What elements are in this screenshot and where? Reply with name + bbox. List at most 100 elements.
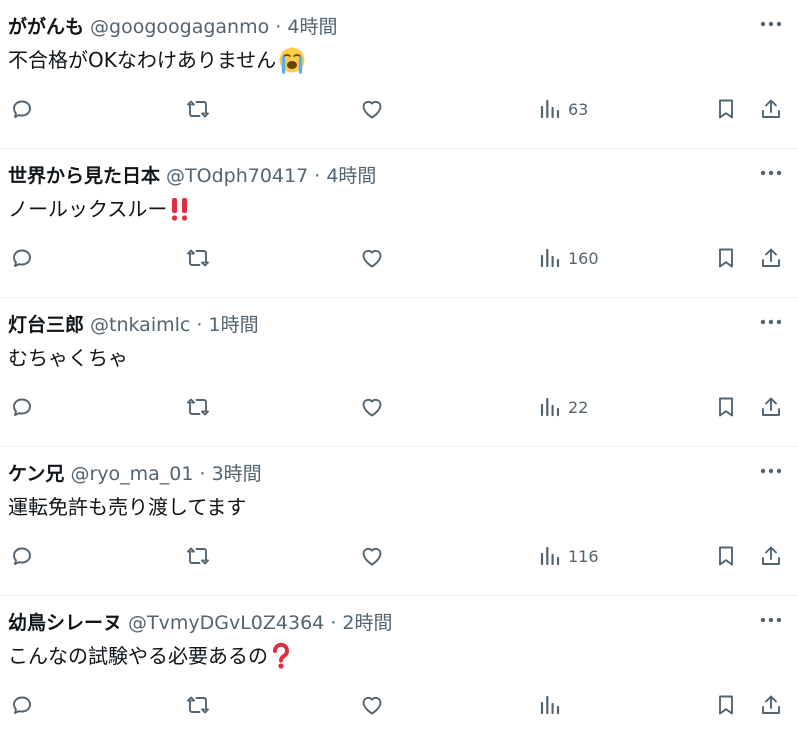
views-button[interactable] [538, 688, 568, 722]
reply-button[interactable] [10, 688, 34, 722]
views-button[interactable]: 63 [538, 92, 588, 126]
tweet-meta: @TvmyDGvL0Z4364 · 2時間 [128, 608, 392, 635]
handle[interactable]: @googoogaganmo [90, 16, 269, 38]
tweet[interactable]: 幼鳥シレーヌ @TvmyDGvL0Z4364 · 2時間 こんなの試験やる必要あ… [0, 596, 798, 745]
retweet-icon [187, 547, 209, 565]
share-button[interactable] [759, 688, 783, 722]
share-button[interactable] [759, 390, 783, 424]
handle[interactable]: @ryo_ma_01 [70, 463, 193, 485]
like-button[interactable] [360, 241, 384, 275]
like-button[interactable] [360, 92, 384, 126]
tweet-text-content: むちゃくちゃ [8, 346, 128, 370]
bookmark-icon [719, 695, 733, 715]
reply-button[interactable] [10, 539, 34, 573]
action-bar: 63 [0, 92, 798, 126]
tweet-text-content: 不合格がOKなわけありません [8, 48, 277, 72]
share-icon [762, 248, 780, 267]
views-button[interactable]: 160 [538, 241, 599, 275]
tweet[interactable]: ががんも @googoogaganmo · 4時間 不合格がOKなわけありません [0, 0, 798, 149]
more-options-button[interactable] [754, 159, 788, 187]
retweet-icon [187, 398, 209, 416]
loudly-crying-face-emoji [278, 46, 306, 74]
tweet-text: むちゃくちゃ [8, 344, 778, 372]
tweet-header: ケン兄 @ryo_ma_01 · 3時間 [8, 459, 738, 485]
bookmark-icon [719, 546, 733, 566]
display-name[interactable]: 世界から見た日本 [8, 161, 160, 188]
more-options-button[interactable] [754, 457, 788, 485]
bookmark-button[interactable] [714, 390, 738, 424]
retweet-button[interactable] [186, 688, 210, 722]
retweet-button[interactable] [186, 241, 210, 275]
tweet-text: こんなの試験やる必要あるの [8, 642, 778, 670]
more-dots-icon [760, 170, 782, 176]
heart-icon [362, 249, 382, 268]
share-button[interactable] [759, 241, 783, 275]
retweet-icon [187, 249, 209, 267]
bookmark-button[interactable] [714, 688, 738, 722]
timestamp[interactable]: 3時間 [212, 463, 262, 485]
tweet-meta: @googoogaganmo · 4時間 [90, 12, 337, 39]
retweet-button[interactable] [186, 92, 210, 126]
reply-icon [13, 100, 31, 118]
views-count: 116 [568, 546, 599, 566]
handle[interactable]: @TOdph70417 [166, 165, 308, 187]
bookmark-button[interactable] [714, 92, 738, 126]
more-options-button[interactable] [754, 308, 788, 336]
separator: · [196, 314, 209, 336]
more-options-button[interactable] [754, 606, 788, 634]
bar-chart-icon [540, 99, 560, 119]
timestamp[interactable]: 2時間 [342, 612, 392, 634]
like-button[interactable] [360, 688, 384, 722]
reply-button[interactable] [10, 241, 34, 275]
retweet-icon [187, 696, 209, 714]
more-dots-icon [760, 319, 782, 325]
timestamp[interactable]: 1時間 [208, 314, 258, 336]
handle[interactable]: @tnkaimlc [90, 314, 190, 336]
heart-icon [362, 100, 382, 119]
tweet[interactable]: ケン兄 @ryo_ma_01 · 3時間 運転免許も売り渡してます 116 [0, 447, 798, 596]
share-button[interactable] [759, 92, 783, 126]
tweet[interactable]: 世界から見た日本 @TOdph70417 · 4時間 ノールックスルー 160 [0, 149, 798, 298]
display-name[interactable]: ががんも [8, 12, 84, 39]
tweet-text: 運転免許も売り渡してます [8, 493, 778, 521]
heart-icon [362, 547, 382, 566]
like-button[interactable] [360, 539, 384, 573]
timestamp[interactable]: 4時間 [326, 165, 376, 187]
views-button[interactable]: 116 [538, 539, 599, 573]
more-dots-icon [760, 21, 782, 27]
tweet-meta: @ryo_ma_01 · 3時間 [70, 459, 261, 486]
retweet-button[interactable] [186, 539, 210, 573]
display-name[interactable]: ケン兄 [8, 459, 64, 486]
display-name[interactable]: 幼鳥シレーヌ [8, 608, 122, 635]
display-name[interactable]: 灯台三郎 [8, 310, 84, 337]
share-icon [762, 546, 780, 565]
action-bar [0, 688, 798, 722]
bar-chart-icon [540, 695, 560, 715]
tweet-meta: @tnkaimlc · 1時間 [90, 310, 259, 337]
bookmark-button[interactable] [714, 539, 738, 573]
tweet-text: 不合格がOKなわけありません [8, 46, 778, 74]
views-button[interactable]: 22 [538, 390, 588, 424]
tweet-text-content: 運転免許も売り渡してます [8, 495, 247, 519]
share-icon [762, 99, 780, 118]
bookmark-icon [719, 397, 733, 417]
tweet[interactable]: 灯台三郎 @tnkaimlc · 1時間 むちゃくちゃ 22 [0, 298, 798, 447]
reply-button[interactable] [10, 92, 34, 126]
tweet-header: 灯台三郎 @tnkaimlc · 1時間 [8, 310, 738, 336]
handle[interactable]: @TvmyDGvL0Z4364 [128, 612, 324, 634]
bookmark-button[interactable] [714, 241, 738, 275]
double-exclamation-emoji [169, 195, 191, 223]
like-button[interactable] [360, 390, 384, 424]
bar-chart-icon [540, 397, 560, 417]
share-button[interactable] [759, 539, 783, 573]
reply-icon [13, 249, 31, 267]
views-count: 63 [568, 99, 589, 119]
timestamp[interactable]: 4時間 [287, 16, 337, 38]
reply-button[interactable] [10, 390, 34, 424]
reply-icon [13, 547, 31, 565]
retweet-button[interactable] [186, 390, 210, 424]
more-dots-icon [760, 617, 782, 623]
views-count: 160 [568, 248, 599, 268]
bar-chart-icon [540, 248, 560, 268]
more-options-button[interactable] [754, 10, 788, 38]
